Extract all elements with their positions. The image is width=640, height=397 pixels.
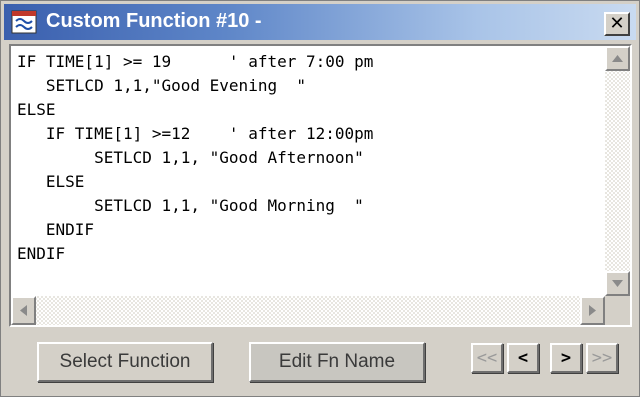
close-icon: ✕ <box>609 13 625 34</box>
scroll-down-button[interactable] <box>605 271 630 296</box>
custom-function-window: Custom Function #10 - ✕ IF TIME[1] >= 19… <box>0 0 640 397</box>
code-line: IF TIME[1] >= 19 ' after 7:00 pm <box>17 52 374 71</box>
code-line: ELSE <box>17 100 56 119</box>
code-line: SETLCD 1,1, "Good Afternoon" <box>17 148 364 167</box>
vertical-scrollbar[interactable] <box>605 46 630 296</box>
code-line: ELSE <box>17 172 85 191</box>
code-line: ENDIF <box>17 220 95 239</box>
title-bar[interactable]: Custom Function #10 - ✕ <box>4 4 636 40</box>
arrow-right-icon <box>589 305 596 316</box>
scroll-up-button[interactable] <box>605 46 630 71</box>
code-line: IF TIME[1] >=12 ' after 12:00pm <box>17 124 374 143</box>
code-line: SETLCD 1,1,"Good Evening " <box>17 76 306 95</box>
first-button[interactable]: << <box>471 343 503 373</box>
next-button[interactable]: > <box>550 343 582 373</box>
scroll-left-button[interactable] <box>11 296 36 325</box>
arrow-down-icon <box>612 280 623 287</box>
scrollbar-corner <box>605 296 630 325</box>
code-text-area[interactable]: IF TIME[1] >= 19 ' after 7:00 pm SETLCD … <box>11 46 605 296</box>
code-line: ENDIF <box>17 244 66 263</box>
window-title: Custom Function #10 - <box>46 10 262 32</box>
app-window-icon <box>10 8 38 36</box>
horizontal-scrollbar[interactable] <box>11 296 605 325</box>
scroll-right-button[interactable] <box>580 296 605 325</box>
last-button[interactable]: >> <box>586 343 618 373</box>
previous-button[interactable]: < <box>507 343 539 373</box>
code-editor[interactable]: IF TIME[1] >= 19 ' after 7:00 pm SETLCD … <box>9 44 632 327</box>
edit-fn-name-button[interactable]: Edit Fn Name <box>249 342 425 382</box>
code-line: SETLCD 1,1, "Good Morning " <box>17 196 364 215</box>
select-function-button[interactable]: Select Function <box>37 342 213 382</box>
close-button[interactable]: ✕ <box>604 12 630 36</box>
arrow-up-icon <box>612 55 623 62</box>
arrow-left-icon <box>20 305 27 316</box>
